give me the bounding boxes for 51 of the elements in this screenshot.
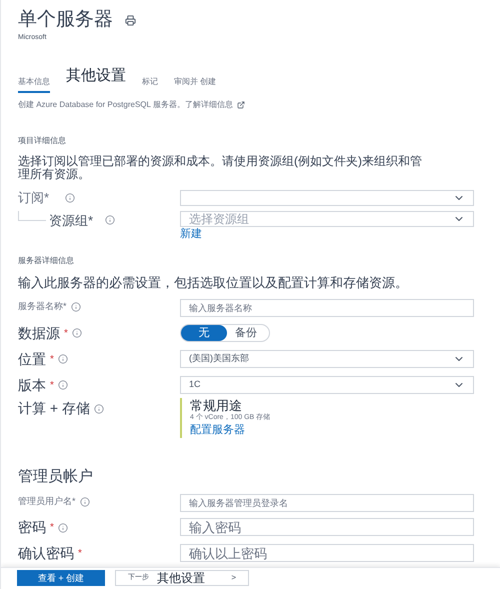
toggle-option[interactable]: 无 bbox=[181, 325, 227, 341]
required-mark: * bbox=[50, 378, 54, 392]
info-icon[interactable] bbox=[58, 522, 68, 532]
external-link-icon[interactable] bbox=[236, 100, 245, 108]
field-label: 密码 bbox=[18, 518, 46, 537]
tab[interactable]: 基本信息 bbox=[18, 76, 50, 92]
toggle-option[interactable]: 备份 bbox=[227, 325, 265, 341]
field-label: 管理员用户名* bbox=[18, 494, 76, 508]
info-icon[interactable] bbox=[65, 192, 76, 202]
tab[interactable]: 标记 bbox=[142, 76, 158, 92]
info-icon[interactable] bbox=[58, 380, 68, 390]
input-field[interactable]: 输入密码 bbox=[180, 518, 474, 536]
field-label: 位置 bbox=[18, 350, 46, 368]
required-mark: * bbox=[50, 521, 54, 535]
info-icon[interactable] bbox=[80, 496, 90, 506]
field-label: 计算 + 存储 bbox=[18, 399, 90, 418]
input-field[interactable]: 输入服务器管理员登录名 bbox=[180, 494, 474, 512]
input-field[interactable]: 确认以上密码 bbox=[180, 544, 474, 562]
tier-text: 常规用途 bbox=[190, 398, 243, 413]
required-mark: * bbox=[78, 547, 82, 561]
field-label: 数据源 bbox=[18, 324, 60, 342]
info-icon[interactable] bbox=[70, 302, 81, 312]
dropdown[interactable]: 1C bbox=[180, 376, 474, 394]
description: 创建 Azure Database for PostgreSQL 服务器。了解详细信息 bbox=[18, 98, 233, 110]
info-icon[interactable] bbox=[105, 215, 116, 226]
section-intro: 选择订阅以管理已部署的资源和成本。请使用资源组(例如文件夹)来组织和管理所有资源。 bbox=[18, 154, 423, 180]
field-label: 服务器名称* bbox=[18, 300, 67, 314]
info-icon[interactable] bbox=[58, 354, 68, 364]
required-mark: * bbox=[50, 352, 54, 366]
input-field[interactable]: 输入服务器名称 bbox=[180, 299, 474, 317]
tab[interactable]: 其他设置 bbox=[66, 65, 126, 92]
dropdown[interactable]: (美国)美国东部 bbox=[180, 350, 474, 368]
field-label: 订阅* bbox=[18, 188, 50, 207]
required-mark: * bbox=[64, 326, 68, 340]
field-label: 资源组* bbox=[49, 212, 94, 230]
info-icon[interactable] bbox=[72, 328, 82, 338]
section-heading: 管理员帐户 bbox=[18, 467, 94, 487]
field-label: 版本 bbox=[18, 376, 46, 394]
section-heading: 服务器详细信息 bbox=[18, 254, 75, 266]
field-label: 确认密码 bbox=[18, 544, 74, 563]
section-intro: 输入此服务器的必需设置，包括选取位置以及配置计算和存储资源。 bbox=[18, 274, 409, 292]
placeholder-text: 选择资源组 bbox=[189, 210, 249, 228]
review-create-button[interactable]: 查看 + 创建 bbox=[17, 570, 105, 586]
section-heading: 项目详细信息 bbox=[18, 134, 67, 146]
tab[interactable]: 审阅并 创建 bbox=[174, 76, 216, 92]
page-title: 单个服务器 bbox=[18, 8, 113, 32]
tree-connector bbox=[18, 211, 46, 222]
create-link[interactable]: 新建 bbox=[180, 226, 474, 240]
configure-link[interactable]: 配置服务器 bbox=[190, 422, 474, 438]
print-icon[interactable] bbox=[125, 14, 136, 26]
info-icon[interactable] bbox=[94, 404, 104, 414]
